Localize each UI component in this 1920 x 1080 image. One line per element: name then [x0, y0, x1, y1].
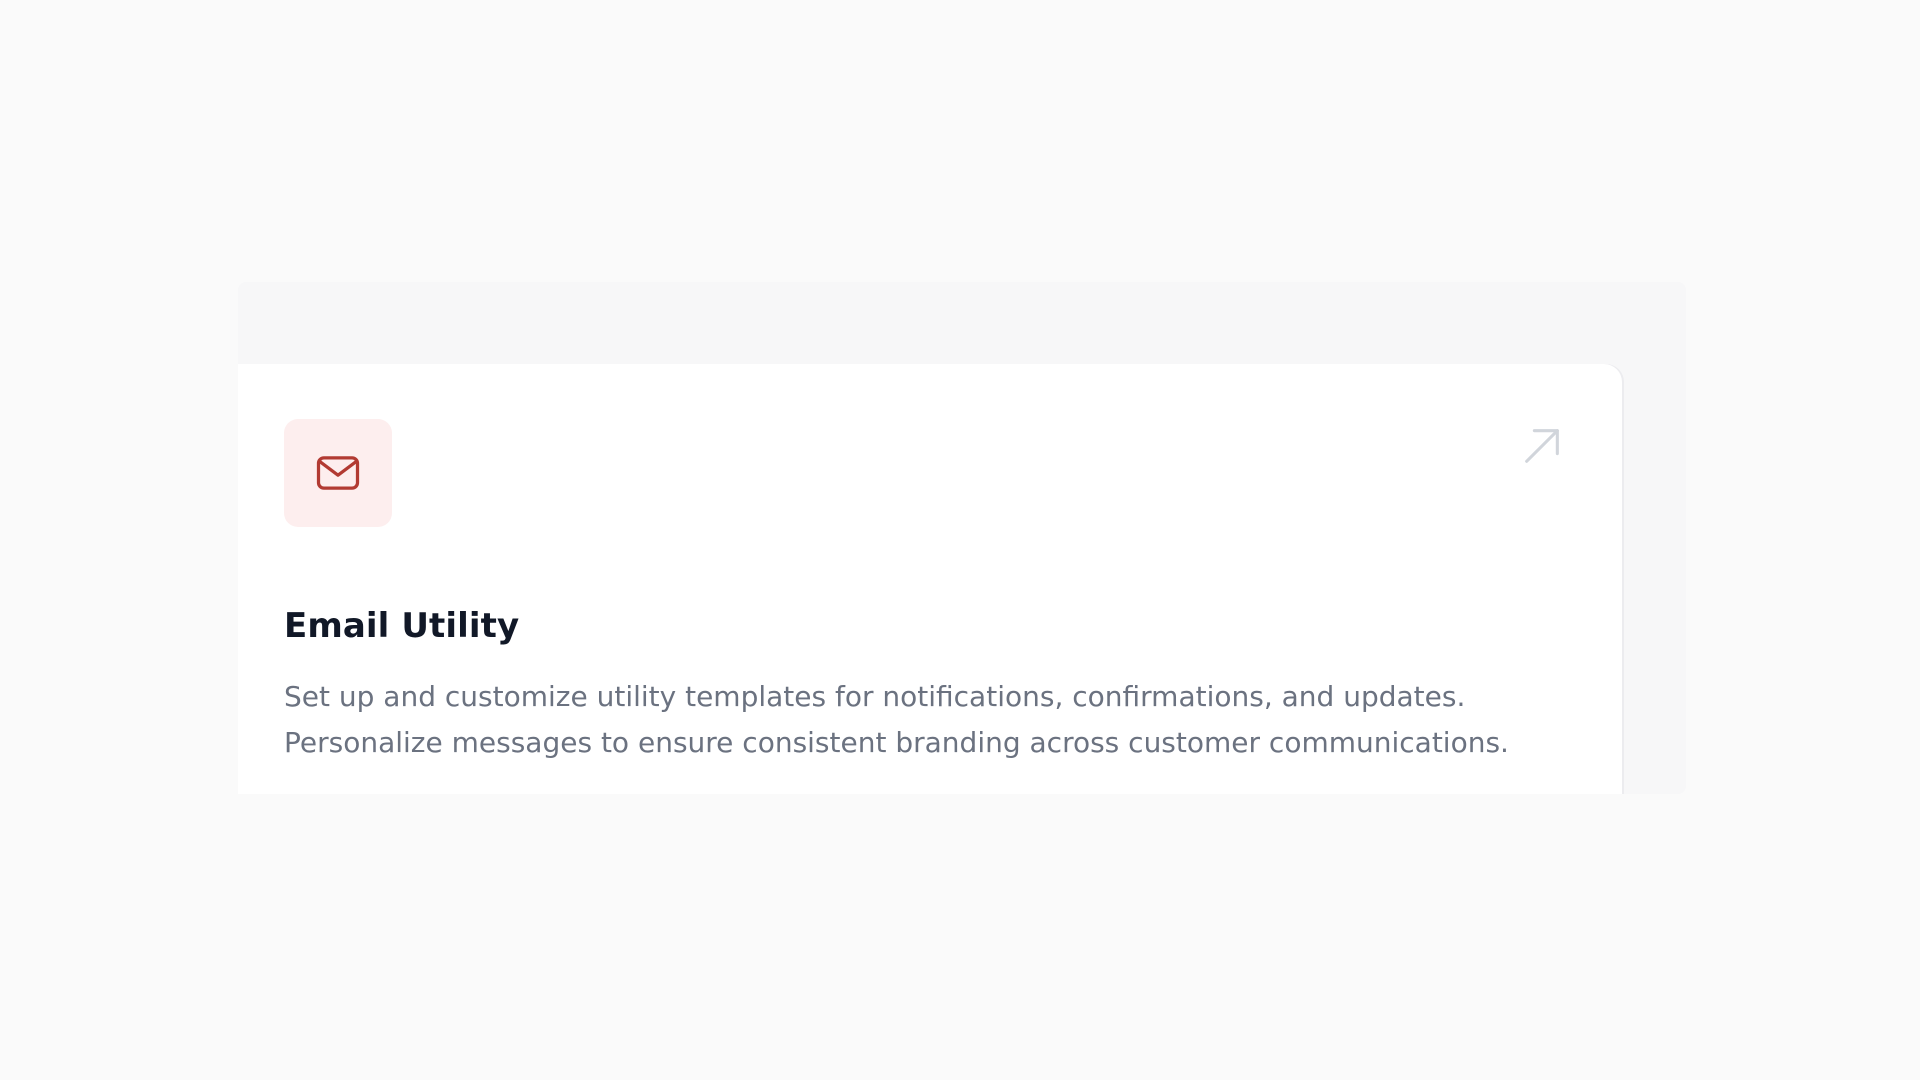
email-utility-card[interactable]: Email Utility Set up and customize utili…	[238, 364, 1622, 794]
mail-icon-tile	[284, 419, 392, 527]
card-title: Email Utility	[284, 606, 520, 646]
card-description: Set up and customize utility templates f…	[284, 680, 1509, 759]
arrow-up-right-icon	[1525, 429, 1559, 463]
page: Email Utility Set up and customize utili…	[0, 0, 1920, 1080]
mail-icon	[316, 456, 360, 490]
open-card-link[interactable]	[1518, 422, 1566, 470]
